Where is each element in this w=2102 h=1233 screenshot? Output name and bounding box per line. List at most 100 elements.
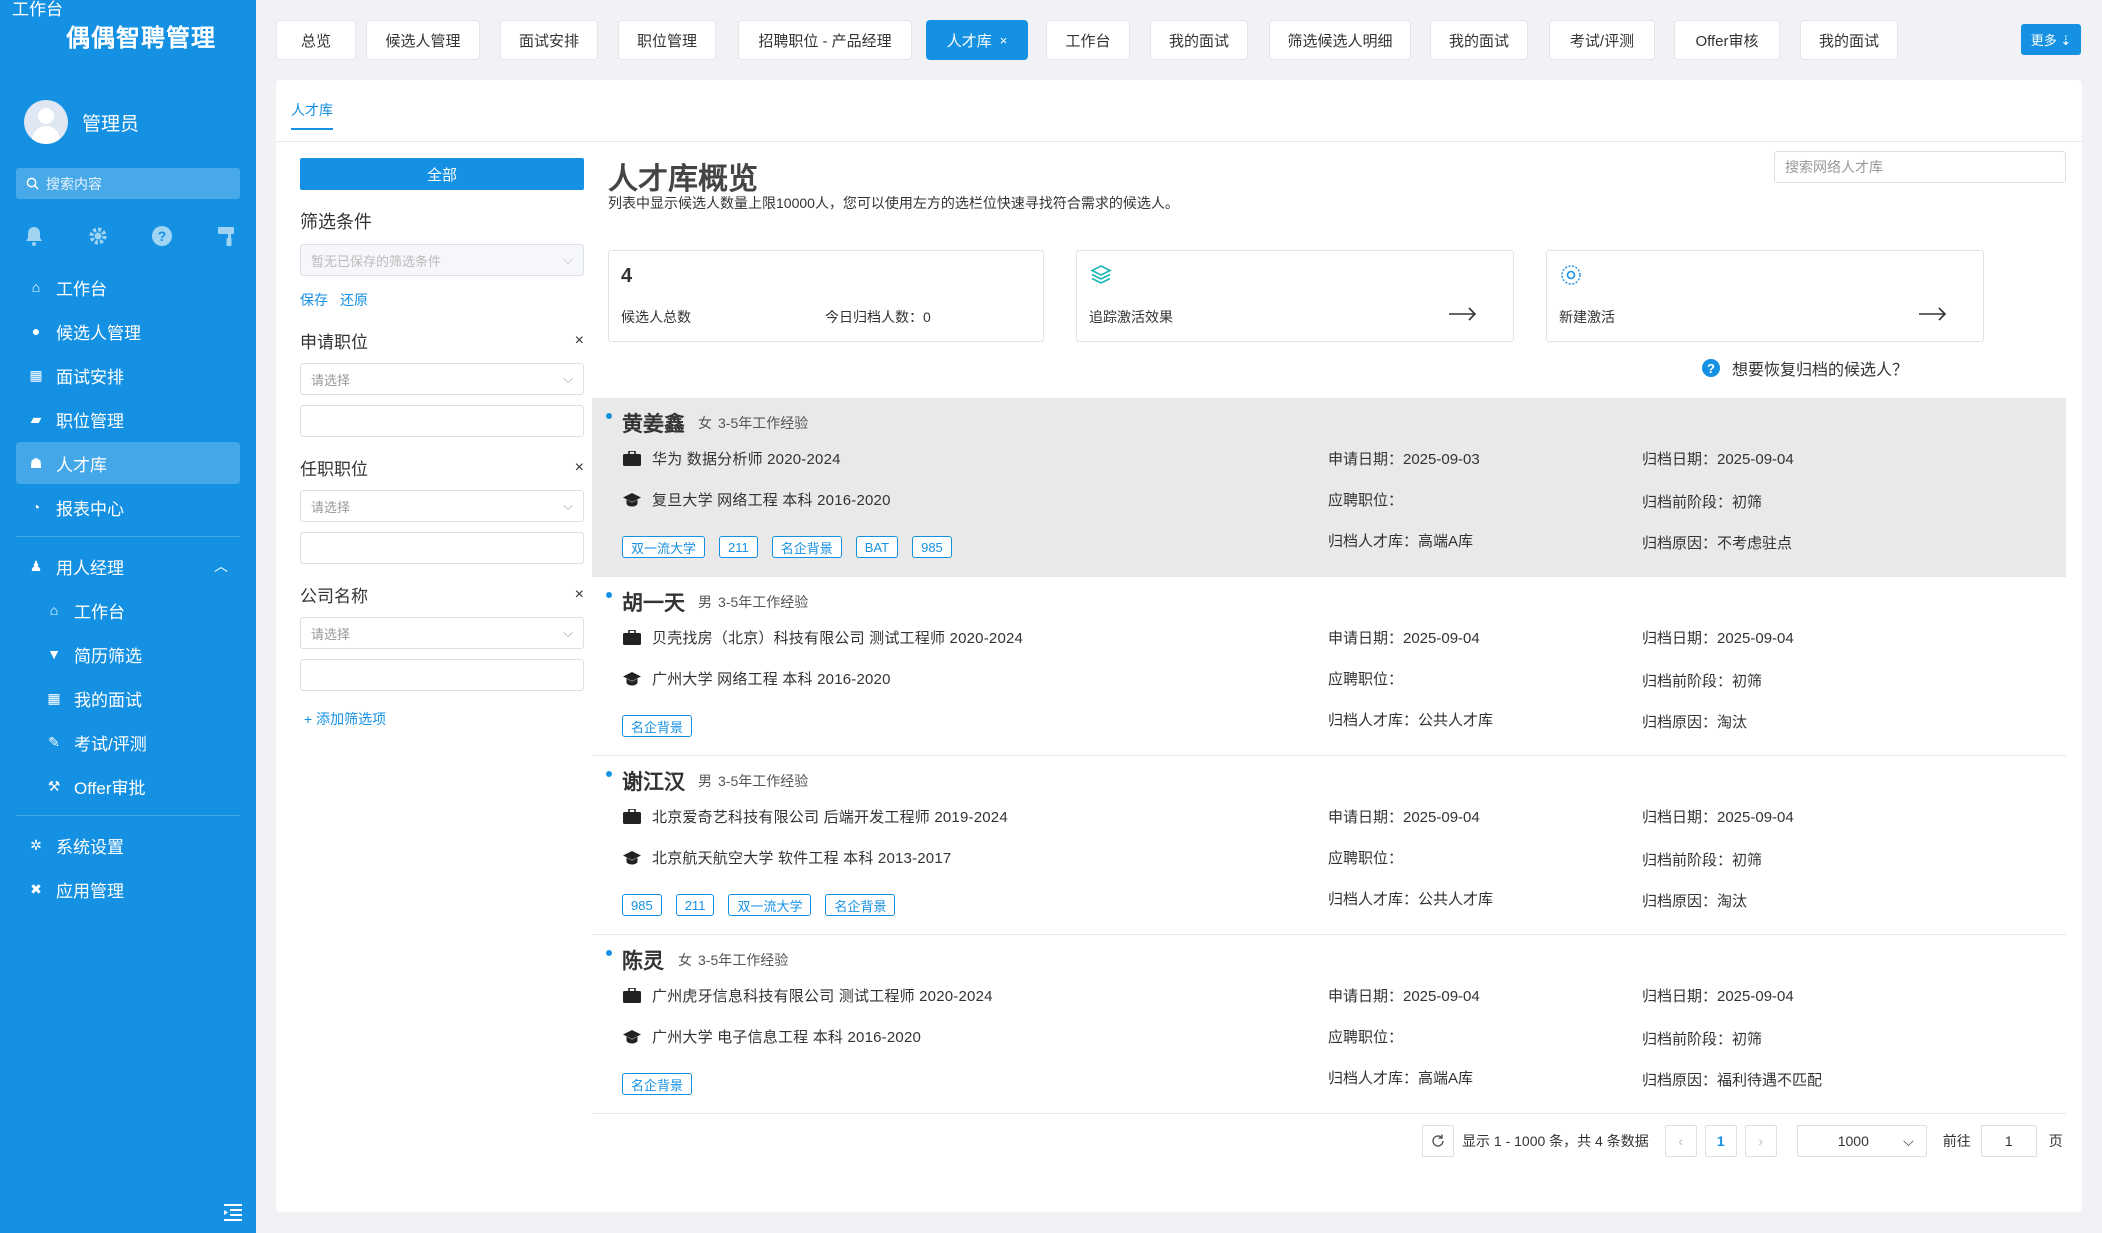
candidate-row[interactable]: 谢江汉 男 3-5年工作经验 北京爱奇艺科技有限公司 后端开发工程师 2019-… (592, 756, 2066, 935)
tab-exams[interactable]: 考试/评测 (1549, 20, 1655, 60)
page-size-select[interactable]: 1000 ⌵ (1796, 1125, 1927, 1157)
applied-position: 应聘职位： (1328, 1029, 1404, 1046)
reset-filter-link[interactable]: 还原 (340, 290, 368, 310)
content-panel: 人才库 全部 筛选条件 暂无已保存的筛选条件 ⌵ 保存 还原 申请职位 × 请选择… (276, 80, 2082, 1212)
candidate-name[interactable]: 陈灵 (622, 945, 664, 975)
add-filter-option[interactable]: + 添加筛选项 (300, 709, 584, 729)
candidate-gender: 女 (698, 415, 712, 431)
briefcase-icon (622, 630, 642, 646)
new-activation-card[interactable]: 新建激活 (1546, 250, 1984, 342)
restore-archived-link[interactable]: ? 想要恢复归档的候选人？ (1702, 356, 1908, 380)
tab-workbench[interactable]: 工作台 (1046, 20, 1130, 60)
arrow-right-icon[interactable] (1449, 307, 1477, 321)
paint-roller-icon[interactable] (212, 222, 240, 250)
sidebar-subitem-workbench[interactable]: ⌂ 工作台 (16, 589, 240, 631)
saved-filters-select[interactable]: 暂无已保存的筛选条件 ⌵ (300, 244, 584, 276)
close-icon[interactable]: × (575, 459, 584, 477)
sidebar-item-apps[interactable]: ✖ 应用管理 (16, 868, 240, 910)
archive-stage: 归档前阶段：初筛 (1642, 494, 1763, 511)
candidate-name[interactable]: 黄姜鑫 (622, 408, 685, 438)
sidebar-item-candidates[interactable]: ● 候选人管理 (16, 310, 240, 352)
held-position-select[interactable]: 请选择 ⌵ (300, 490, 584, 522)
archive-date: 归档日期：2025-09-04 (1642, 988, 1794, 1005)
all-button[interactable]: 全部 (300, 158, 584, 190)
home-icon: ⌂ (31, 279, 41, 295)
tab-overview[interactable]: 总览 (276, 20, 356, 60)
applied-position-input[interactable] (300, 405, 584, 437)
avatar[interactable] (24, 100, 68, 144)
sidebar-item-talent-pool[interactable]: ☗ 人才库 (16, 442, 240, 484)
candidate-row[interactable]: 胡一天 男 3-5年工作经验 贝壳找房（北京）科技有限公司 测试工程师 2020… (592, 577, 2066, 756)
company-select[interactable]: 请选择 ⌵ (300, 617, 584, 649)
tab-interviews[interactable]: 面试安排 (500, 20, 598, 60)
gear-icon[interactable] (84, 222, 112, 250)
sidebar-group-manager[interactable]: ♟ 用人经理 ︿ (16, 545, 240, 587)
work-text: 广州虎牙信息科技有限公司 测试工程师 2020-2024 (652, 988, 993, 1005)
sidebar-search-input[interactable]: 搜索内容 (16, 168, 240, 199)
tab-screening-details[interactable]: 筛选候选人明细 (1269, 20, 1411, 60)
collapse-menu-icon[interactable] (224, 1203, 244, 1221)
sidebar-subitem-my-interviews[interactable]: ▦ 我的面试 (16, 677, 240, 719)
work-history: 北京爱奇艺科技有限公司 后端开发工程师 2019-2024 (622, 806, 1008, 827)
sidebar-subitem-resume-filter[interactable]: ▼ 简历筛选 (16, 633, 240, 675)
candidate-row[interactable]: 黄姜鑫 女 3-5年工作经验 华为 数据分析师 2020-2024 复旦大学 网… (592, 398, 2066, 577)
applied-position-select[interactable]: 请选择 ⌵ (300, 363, 584, 395)
restore-archived-label: 想要恢复归档的候选人？ (1732, 362, 1909, 379)
candidate-row[interactable]: 陈灵 女 3-5年工作经验 广州虎牙信息科技有限公司 测试工程师 2020-20… (592, 935, 2066, 1114)
chevron-down-icon: ⌵ (563, 498, 573, 513)
education-text: 广州大学 网络工程 本科 2016-2020 (652, 671, 891, 688)
refresh-icon[interactable] (1422, 1125, 1454, 1157)
company-input[interactable] (300, 659, 584, 691)
chevron-left-icon[interactable]: ‹ (1664, 1125, 1697, 1157)
page-number-current[interactable]: 1 (1704, 1125, 1737, 1157)
chevron-down-icon: ⌵ (563, 625, 573, 640)
network-talent-search-input[interactable]: 搜索网络人才库 (1774, 151, 2066, 183)
close-icon[interactable]: × (575, 586, 584, 604)
track-activation-card[interactable]: 追踪激活效果 (1076, 250, 1514, 342)
app-logo[interactable]: 偶偶智聘管理 (66, 18, 216, 53)
tab-offer-review[interactable]: Offer审核 (1674, 20, 1780, 60)
tab-my-interviews-2[interactable]: 我的面试 (1430, 20, 1528, 60)
subtab-talent-pool[interactable]: 人才库 (291, 100, 333, 130)
help-icon[interactable]: ? (148, 222, 176, 250)
candidate-name[interactable]: 谢江汉 (622, 766, 685, 796)
sidebar-item-label: 简历筛选 (74, 646, 142, 666)
sidebar-item-workbench[interactable]: ⌂ 工作台 (16, 266, 240, 308)
applied-position: 应聘职位： (1328, 850, 1404, 867)
graduation-cap-icon (622, 1029, 642, 1045)
tab-recruiting-position[interactable]: 招聘职位 - 产品经理 (738, 20, 912, 60)
candidate-gender: 男 (698, 773, 712, 789)
home-icon: ⌂ (49, 602, 59, 618)
more-tabs-button[interactable]: 更多 ⇣ (2021, 24, 2081, 55)
bell-icon[interactable] (20, 222, 48, 250)
user-profile[interactable]: 管理员 (24, 100, 139, 144)
tab-positions[interactable]: 职位管理 (618, 20, 716, 60)
sidebar-item-positions[interactable]: ▰ 职位管理 (16, 398, 240, 440)
candidate-name[interactable]: 胡一天 (622, 587, 685, 617)
held-position-input[interactable] (300, 532, 584, 564)
sidebar-main-menu: ⌂ 工作台 ● 候选人管理 ▦ 面试安排 ▰ 职位管理 ☗ 人才库 ◔ 报表中心 ♟ 用人经理… (16, 266, 240, 912)
sidebar-item-reports[interactable]: ◔ 报表中心 (16, 486, 240, 528)
close-icon[interactable]: × (1000, 33, 1008, 48)
tab-label: 我的面试 (1818, 32, 1879, 50)
status-dot (606, 950, 612, 956)
tab-talent-pool[interactable]: 人才库 × (926, 20, 1028, 60)
chevron-right-icon[interactable]: › (1744, 1125, 1777, 1157)
tab-my-interviews-3[interactable]: 我的面试 (1800, 20, 1898, 60)
pencil-icon: ✎ (48, 733, 60, 750)
sidebar-item-settings[interactable]: ✲ 系统设置 (16, 824, 240, 866)
tab-candidates[interactable]: 候选人管理 (366, 20, 480, 60)
sidebar-subitem-exams[interactable]: ✎ 考试/评测 (16, 721, 240, 763)
close-icon[interactable]: × (575, 332, 584, 350)
work-text: 华为 数据分析师 2020-2024 (652, 451, 841, 468)
tab-my-interviews[interactable]: 我的面试 (1150, 20, 1248, 60)
save-filter-link[interactable]: 保存 (300, 290, 328, 310)
calendar-icon: ▦ (29, 366, 43, 383)
sidebar-subitem-offer-approval[interactable]: ⚒ Offer审批 (16, 765, 240, 807)
tab-label: 总览 (300, 32, 331, 50)
arrow-right-icon[interactable] (1919, 307, 1947, 321)
goto-page-input[interactable]: 1 (1980, 1125, 2037, 1157)
sidebar-item-interviews[interactable]: ▦ 面试安排 (16, 354, 240, 396)
filter-title: 筛选条件 (300, 212, 372, 232)
tag: 985 (912, 536, 952, 558)
